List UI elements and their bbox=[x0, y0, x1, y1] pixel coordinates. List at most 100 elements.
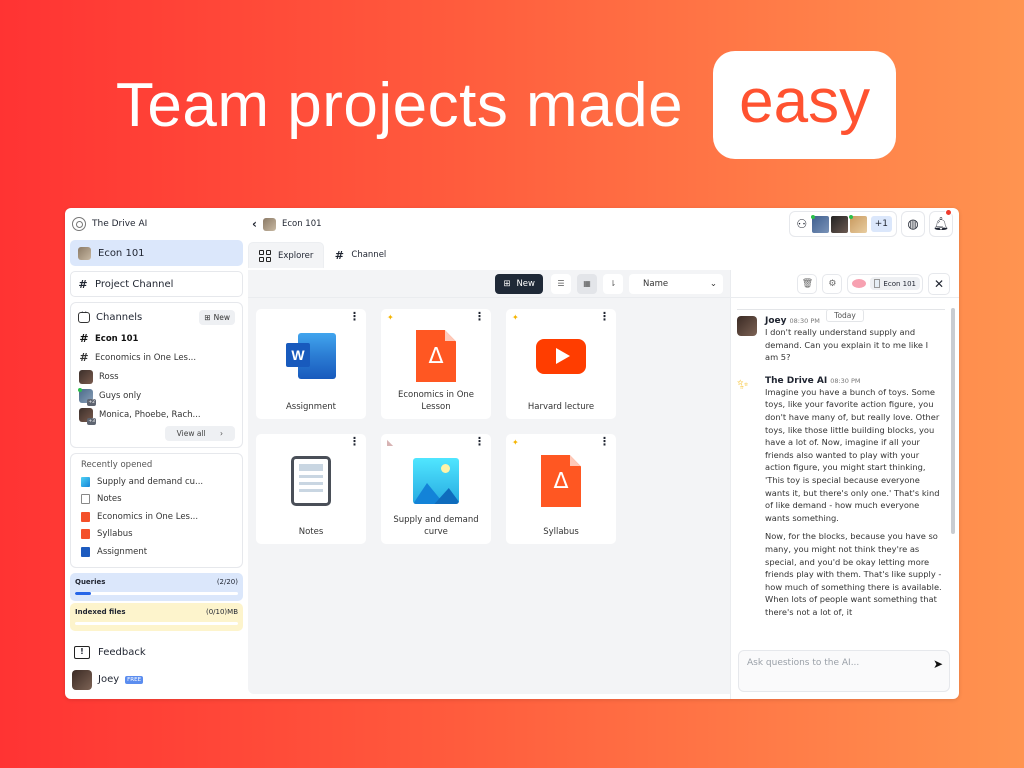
view-all-button[interactable]: View all › bbox=[164, 426, 235, 441]
more-options-icon[interactable]: ⋮ bbox=[349, 311, 360, 322]
channel-item-guys-only[interactable]: +2 Guys only bbox=[78, 386, 235, 406]
recent-item[interactable]: Notes bbox=[78, 491, 235, 509]
file-card[interactable]: ✦ ⋮ ᐃ Economics in One Lesson bbox=[381, 309, 491, 419]
trash-icon: 🗑︎ bbox=[801, 278, 814, 289]
brand[interactable]: The Drive AI bbox=[70, 208, 243, 240]
message-time: 08:30 PM bbox=[789, 317, 820, 325]
add-user-icon[interactable]: ⚇ bbox=[794, 217, 810, 231]
file-card[interactable]: ✦ ⋮ Harvard lecture bbox=[506, 309, 616, 419]
grid-view-button[interactable]: ▦ bbox=[577, 273, 597, 294]
close-chat-button[interactable]: ✕ bbox=[928, 272, 950, 295]
members-group[interactable]: ⚇ +1 bbox=[788, 211, 897, 237]
tab-channel[interactable]: # Channel bbox=[324, 242, 396, 268]
message-author: The Drive AI bbox=[765, 375, 828, 386]
channels-title: Channels bbox=[96, 311, 143, 323]
context-chip[interactable]: Econ 101 bbox=[847, 273, 923, 294]
group-avatar: +3 bbox=[79, 407, 96, 425]
headline: Team projects made easy bbox=[0, 50, 1024, 160]
indexed-files-meter: Indexed files (0/10)MB bbox=[70, 602, 243, 631]
message-list: Joey 08:30 PM I don't really understand s… bbox=[731, 316, 949, 643]
app-name: The Drive AI bbox=[92, 219, 148, 229]
queries-value: (2/20) bbox=[216, 577, 238, 586]
user-profile[interactable]: Joey FREE bbox=[70, 669, 243, 690]
plan-badge: FREE bbox=[125, 675, 144, 684]
file-name: Notes bbox=[298, 527, 324, 537]
processing-icon: ◣ bbox=[387, 438, 394, 447]
message-author: Joey bbox=[765, 316, 787, 326]
brain-logo-icon bbox=[72, 217, 86, 231]
channel-item-econ-101[interactable]: # Econ 101 bbox=[78, 329, 235, 348]
channel-label: Guys only bbox=[99, 390, 142, 401]
more-options-icon[interactable]: ⋮ bbox=[599, 311, 610, 322]
recent-item[interactable]: Syllabus bbox=[78, 526, 235, 544]
add-grid-icon: ⊞ bbox=[503, 278, 511, 289]
new-channel-label: New bbox=[213, 312, 230, 322]
youtube-icon bbox=[536, 338, 586, 374]
more-options-icon[interactable]: ⋮ bbox=[474, 436, 485, 447]
channel-label: Monica, Phoebe, Rach... bbox=[99, 409, 201, 420]
ai-chat-panel: 🗑︎ ⚙ Econ 101 ✕ Today Joey 08:30 PM I don… bbox=[730, 270, 959, 699]
explorer-panel: ⊞ New ☰ ▦ ⇂ Name ⌄ ⋮ W Assignment ✦ ⋮ ᐃ … bbox=[248, 270, 730, 694]
sort-select[interactable]: Name ⌄ bbox=[629, 273, 723, 294]
headline-highlight: easy bbox=[713, 51, 897, 159]
send-icon[interactable]: ➤ bbox=[933, 657, 943, 671]
tab-label: Explorer bbox=[278, 250, 314, 261]
new-channel-button[interactable]: ⊞ New bbox=[199, 309, 235, 325]
user-avatar bbox=[72, 669, 92, 690]
file-card[interactable]: ⋮ Notes bbox=[256, 434, 366, 544]
tab-explorer[interactable]: Explorer bbox=[248, 242, 325, 268]
file-grid: ⋮ W Assignment ✦ ⋮ ᐃ Economics in One Le… bbox=[248, 298, 730, 544]
avatar bbox=[79, 369, 93, 384]
headline-text: Team projects made bbox=[115, 70, 684, 140]
gears-icon: ⚙ bbox=[828, 278, 837, 289]
settings-button[interactable]: ⚙ bbox=[822, 273, 843, 294]
member-count-badge: +3 bbox=[87, 417, 96, 425]
channel-item-economics[interactable]: # Economics in One Les... bbox=[78, 348, 235, 367]
feedback-label: Feedback bbox=[98, 647, 146, 658]
recent-title: Recently opened bbox=[81, 460, 153, 470]
file-card[interactable]: ⋮ W Assignment bbox=[256, 309, 366, 419]
back-chevron-icon[interactable]: ‹ bbox=[252, 217, 257, 231]
channel-item-ross[interactable]: Ross bbox=[78, 367, 235, 386]
notifications-button[interactable]: 🔔︎ bbox=[929, 209, 953, 237]
recent-item[interactable]: Supply and demand cu... bbox=[78, 473, 235, 491]
more-options-icon[interactable]: ⋮ bbox=[349, 436, 360, 447]
delete-button[interactable]: 🗑︎ bbox=[797, 273, 818, 294]
sort-direction-button[interactable]: ⇂ bbox=[603, 273, 623, 294]
date-divider: Today bbox=[731, 303, 959, 322]
file-name: Harvard lecture bbox=[527, 402, 595, 412]
channel-item-monica-phoebe[interactable]: +3 Monica, Phoebe, Rach... bbox=[78, 405, 235, 425]
image-file-icon bbox=[81, 476, 90, 487]
new-file-button[interactable]: ⊞ New bbox=[495, 273, 543, 294]
workspace-button[interactable]: Econ 101 bbox=[70, 240, 243, 266]
notification-badge bbox=[945, 209, 952, 216]
word-icon: W bbox=[286, 333, 336, 379]
globe-icon: ◍ bbox=[907, 216, 919, 232]
feedback-button[interactable]: ! Feedback bbox=[70, 643, 243, 663]
file-card[interactable]: ◣ ⋮ Supply and demand curve bbox=[381, 434, 491, 544]
chat-scrollbar[interactable] bbox=[951, 308, 955, 534]
more-options-icon[interactable]: ⋮ bbox=[599, 436, 610, 447]
list-view-button[interactable]: ☰ bbox=[551, 273, 571, 294]
ask-ai-input[interactable]: Ask questions to the AI... ➤ bbox=[738, 650, 950, 692]
pdf-icon: ᐃ bbox=[541, 455, 581, 507]
hash-icon: # bbox=[334, 248, 344, 262]
file-name: Assignment bbox=[285, 402, 337, 412]
globe-button[interactable]: ◍ bbox=[901, 211, 925, 237]
app-window: The Drive AI Econ 101 # Project Channel … bbox=[65, 208, 959, 699]
more-options-icon[interactable]: ⋮ bbox=[474, 311, 485, 322]
grid-icon: ▦ bbox=[583, 279, 591, 288]
file-card[interactable]: ✦ ⋮ ᐃ Syllabus bbox=[506, 434, 616, 544]
note-icon bbox=[291, 456, 331, 506]
pdf-icon: ᐃ bbox=[416, 330, 456, 382]
online-indicator bbox=[810, 214, 815, 219]
recent-item[interactable]: Assignment bbox=[78, 543, 235, 561]
member-avatar bbox=[830, 215, 848, 233]
chat-toolbar: 🗑︎ ⚙ Econ 101 ✕ bbox=[731, 270, 959, 298]
project-channel-button[interactable]: # Project Channel bbox=[70, 271, 243, 297]
channel-label: Ross bbox=[99, 371, 119, 382]
recent-item[interactable]: Economics in One Les... bbox=[78, 508, 235, 526]
chat-bubble-icon bbox=[78, 308, 90, 323]
file-name: Syllabus bbox=[543, 527, 579, 537]
file-name: Supply and demand curve bbox=[393, 515, 479, 537]
